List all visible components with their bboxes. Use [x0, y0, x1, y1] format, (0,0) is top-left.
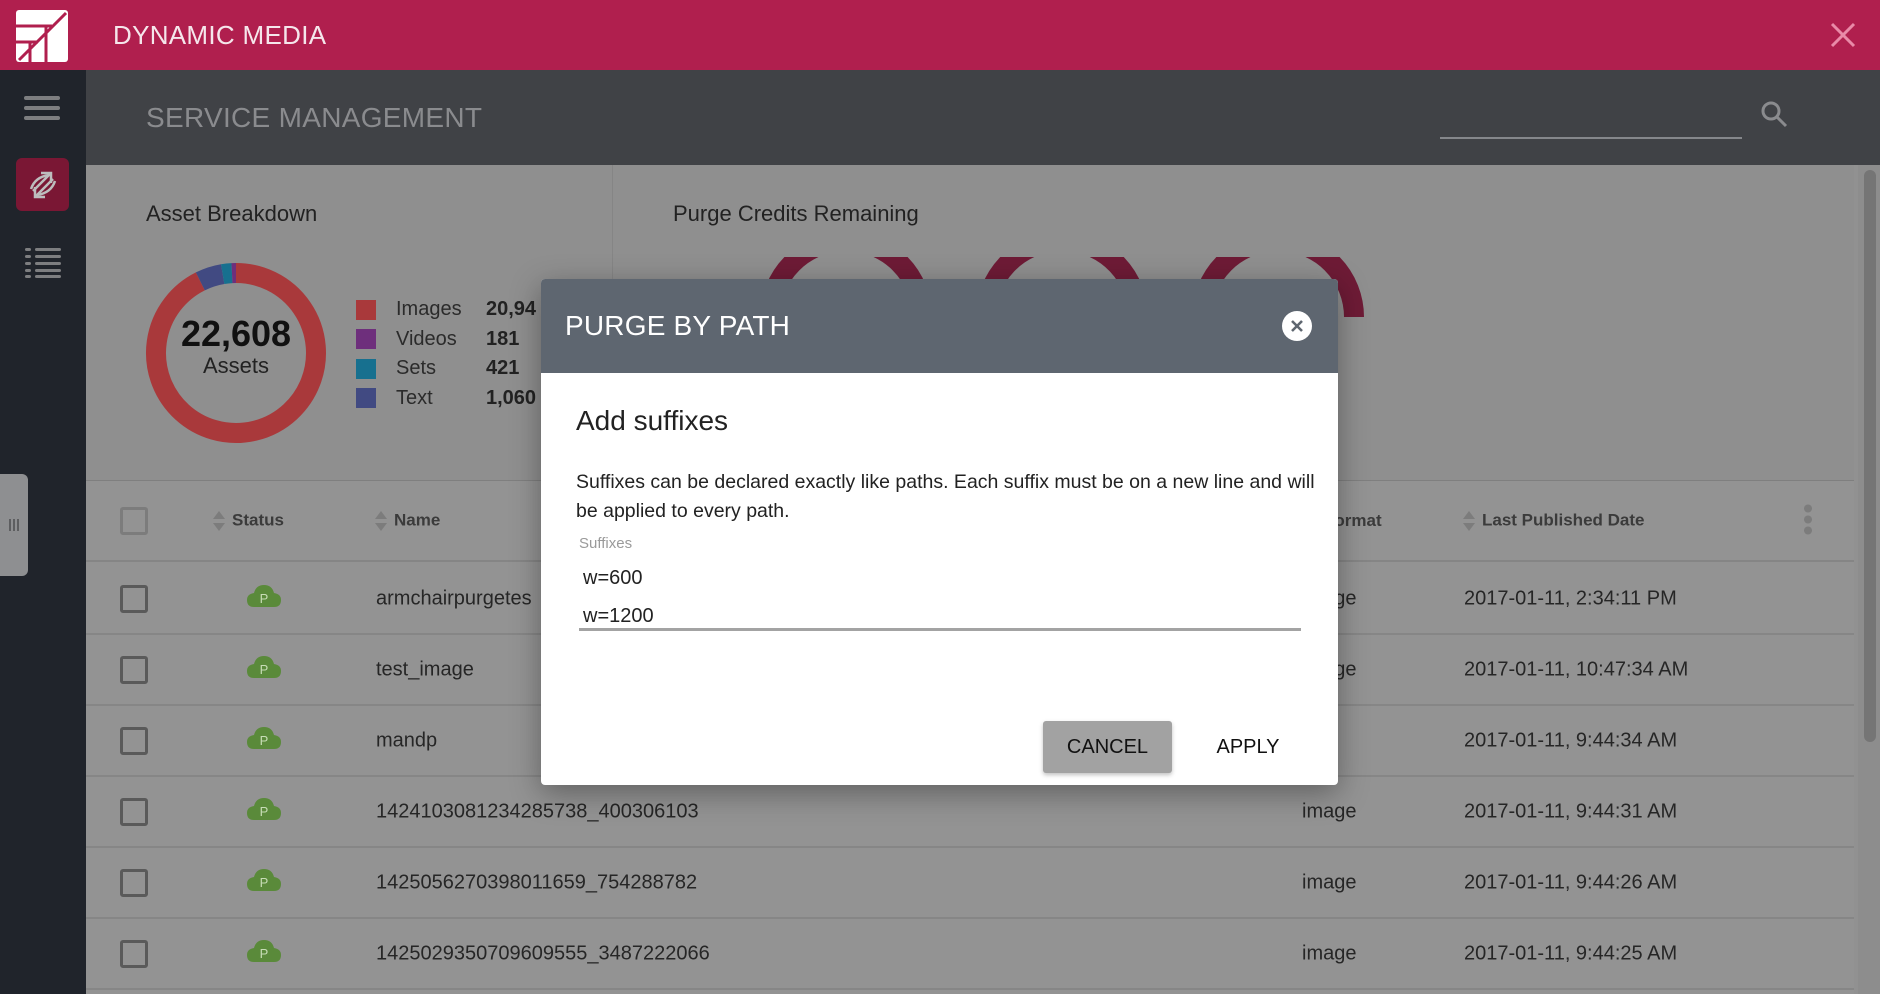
row-checkbox[interactable] — [120, 939, 148, 968]
grip-icon — [9, 519, 19, 531]
table-row[interactable]: P 1424103081234285738_400306103 image 2017-… — [86, 777, 1854, 848]
kebab-icon — [1804, 504, 1812, 512]
legend-item: Text 1,060 — [356, 384, 536, 414]
legend-label: Videos — [396, 327, 457, 350]
purge-credits-title: Purge Credits Remaining — [673, 201, 919, 226]
legend-value: 1,060 — [486, 386, 537, 409]
row-checkbox[interactable] — [120, 584, 148, 613]
apply-button[interactable]: APPLY — [1188, 721, 1308, 773]
legend-label: Sets — [396, 357, 437, 380]
close-app-icon[interactable] — [1826, 18, 1860, 52]
dialog-title: PURGE BY PATH — [565, 310, 791, 341]
asset-name: mandp — [376, 729, 438, 751]
cancel-button[interactable]: CANCEL — [1043, 721, 1172, 773]
status-badge: P — [260, 662, 269, 677]
dynamic-media-logo — [16, 10, 68, 62]
search-icon[interactable] — [1758, 98, 1792, 132]
column-header-last-published[interactable]: Last Published Date — [1462, 510, 1644, 532]
side-panel-drag-handle[interactable] — [0, 474, 28, 576]
select-all-checkbox[interactable] — [120, 506, 148, 535]
total-assets-caption: Assets — [202, 353, 270, 378]
row-checkbox[interactable] — [120, 655, 148, 684]
search-input[interactable] — [1440, 100, 1742, 136]
asset-format: image — [1302, 871, 1357, 893]
hamburger-menu-button[interactable] — [24, 96, 60, 126]
close-icon — [1291, 320, 1303, 332]
status-badge: P — [260, 591, 269, 606]
status-published-icon: P — [246, 725, 282, 757]
last-published-date: 2017-01-11, 10:47:34 AM — [1464, 658, 1689, 680]
asset-name: 1424103081234285738_400306103 — [376, 800, 699, 822]
last-published-date: 2017-01-11, 9:44:31 AM — [1464, 800, 1678, 822]
asset-name: 1425029350709609555_3487222066 — [376, 942, 710, 964]
last-published-date: 2017-01-11, 9:44:25 AM — [1464, 942, 1678, 964]
dialog-close-button[interactable] — [1282, 311, 1312, 341]
legend-swatch — [356, 388, 376, 409]
asset-format: image — [1302, 800, 1357, 822]
legend-item: Sets 421 — [356, 354, 536, 384]
legend-label: Images — [396, 298, 462, 321]
legend-swatch — [356, 299, 376, 320]
status-badge: P — [260, 946, 269, 961]
asset-format: image — [1302, 942, 1357, 964]
list-icon[interactable] — [25, 246, 61, 278]
status-published-icon: P — [246, 583, 282, 615]
legend-value: 181 — [486, 327, 520, 350]
sort-icon — [375, 510, 387, 531]
row-checkbox[interactable] — [120, 868, 148, 897]
table-row[interactable]: P 1425056270398011659_754288782 image 2017-… — [86, 848, 1854, 919]
column-header-name[interactable]: Name — [374, 510, 440, 532]
column-header-status[interactable]: Status — [212, 510, 284, 532]
status-published-icon: P — [246, 938, 282, 970]
page-header: SERVICE MANAGEMENT — [86, 70, 1880, 165]
total-assets-value: 22,608 — [180, 313, 292, 354]
suffixes-textarea[interactable] — [579, 559, 1301, 631]
dialog-header: PURGE BY PATH — [541, 279, 1338, 373]
asset-name: armchairpurgetes — [376, 587, 532, 609]
hamburger-icon — [24, 96, 60, 100]
suffixes-field-label: Suffixes — [579, 535, 633, 552]
scrollbar-thumb[interactable] — [1864, 170, 1876, 742]
sort-icon — [213, 510, 225, 531]
legend-value: 421 — [486, 357, 520, 380]
status-published-icon: P — [246, 867, 282, 899]
sort-icon — [1463, 510, 1475, 531]
donut-slice-sets — [221, 263, 233, 284]
sync-arrows-icon — [29, 171, 56, 198]
row-checkbox[interactable] — [120, 797, 148, 826]
legend-swatch — [356, 329, 376, 350]
status-badge: P — [260, 733, 269, 748]
column-options-button[interactable] — [1804, 504, 1812, 537]
status-published-icon: P — [246, 796, 282, 828]
legend-swatch — [356, 358, 376, 379]
legend-item: Videos 181 — [356, 325, 536, 355]
legend-value: 20,94 — [486, 298, 537, 321]
status-badge: P — [260, 804, 269, 819]
legend-item: Images 20,94 — [356, 295, 536, 325]
row-checkbox[interactable] — [120, 726, 148, 755]
last-published-date: 2017-01-11, 9:44:34 AM — [1464, 729, 1678, 751]
legend-label: Text — [396, 386, 433, 409]
dialog-subtitle: Add suffixes — [576, 405, 729, 436]
asset-breakdown-title: Asset Breakdown — [146, 201, 318, 226]
search-underline — [1440, 137, 1742, 139]
donut-center: 22,608 Assets — [146, 315, 326, 379]
status-badge: P — [260, 875, 269, 890]
last-published-date: 2017-01-11, 9:44:26 AM — [1464, 871, 1678, 893]
last-published-date: 2017-01-11, 2:34:11 PM — [1464, 587, 1677, 609]
page-title: SERVICE MANAGEMENT — [146, 102, 483, 133]
asset-name: test_image — [376, 658, 474, 680]
asset-legend: Images 20,94 Videos 181 Sets 421 Text 1,060 — [356, 295, 536, 413]
status-published-icon: P — [246, 654, 282, 686]
purge-by-path-dialog: PURGE BY PATH Add suffixes Suffixes can … — [541, 279, 1338, 785]
table-row[interactable]: P 1425029350709609555_3487222066 image 2017… — [86, 919, 1854, 990]
sidebar-item-purge[interactable] — [16, 158, 69, 211]
donut-slice-text — [195, 264, 225, 291]
dialog-description: Suffixes can be declared exactly like pa… — [576, 471, 1315, 522]
asset-name: 1425056270398011659_754288782 — [376, 871, 698, 893]
app-title: DYNAMIC MEDIA — [113, 20, 327, 50]
app-brand-bar: DYNAMIC MEDIA — [0, 0, 1880, 70]
